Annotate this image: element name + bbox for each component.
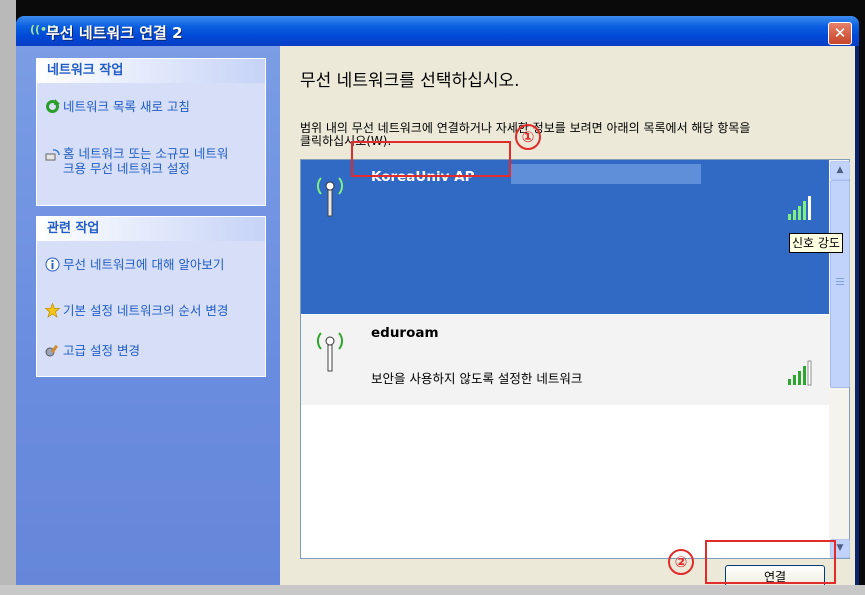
annotation-marker-1: ① <box>515 124 541 150</box>
close-button[interactable]: ✕ <box>828 22 852 45</box>
wireless-connection-window: ((•)) 무선 네트워크 연결 2 ✕ 네트워크 작업 네트워크 목록 새로 … <box>16 16 859 585</box>
title-bar[interactable]: ((•)) 무선 네트워크 연결 2 ✕ <box>16 16 859 46</box>
selected-row-shade <box>511 164 701 184</box>
signal-strength-icon-2 <box>787 359 817 391</box>
change-advanced-settings-link[interactable]: 고급 설정 변경 <box>45 343 140 362</box>
annotation-highlight-ssid <box>351 141 511 177</box>
network-tasks-panel: 네트워크 작업 네트워크 목록 새로 고침 홈 네트워크 또는 소규모 네트워 크… <box>36 58 266 206</box>
wireless-setup-icon <box>45 146 63 166</box>
learn-wireless-label: 무선 네트워크에 대해 알아보기 <box>63 257 225 272</box>
scroll-thumb[interactable] <box>830 180 850 388</box>
setup-wireless-network-label-2: 크용 무선 네트워크 설정 <box>63 161 190 176</box>
thumb-grip <box>836 281 844 282</box>
settings-icon <box>45 343 63 362</box>
info-icon <box>45 257 63 276</box>
change-preferred-order-link[interactable]: 기본 설정 네트워크의 순서 변경 <box>44 302 229 322</box>
annotation-highlight-connect <box>705 540 836 584</box>
annotation-marker-2: ② <box>668 549 694 575</box>
network-list[interactable]: KoreaUniv AP eduroam 보안을 사용하지 않도록 설정한 네트… <box>300 159 850 559</box>
thumb-grip <box>836 278 844 279</box>
network-tasks-header: 네트워크 작업 <box>37 59 265 83</box>
change-preferred-order-label: 기본 설정 네트워크의 순서 변경 <box>63 303 229 318</box>
related-tasks-panel: 관련 작업 무선 네트워크에 대해 알아보기 기본 설정 네트워크의 순서 변경… <box>36 216 266 377</box>
setup-wireless-network-label-1: 홈 네트워크 또는 소규모 네트워 <box>63 146 229 161</box>
setup-wireless-network-link[interactable]: 홈 네트워크 또는 소규모 네트워 크용 무선 네트워크 설정 <box>45 146 228 176</box>
network-item-koreauniv[interactable]: KoreaUniv AP <box>301 160 829 314</box>
page-title: 무선 네트워크를 선택하십시오. <box>300 71 520 91</box>
signal-strength-icon <box>787 194 817 226</box>
wireless-antenna-icon <box>313 170 347 220</box>
network-item-eduroam[interactable]: eduroam 보안을 사용하지 않도록 설정한 네트워크 <box>301 315 829 405</box>
learn-wireless-link[interactable]: 무선 네트워크에 대해 알아보기 <box>45 257 224 276</box>
task-sidebar: 네트워크 작업 네트워크 목록 새로 고침 홈 네트워크 또는 소규모 네트워 크… <box>16 46 280 585</box>
signal-strength-tooltip: 신호 강도 <box>789 233 843 253</box>
thumb-grip <box>836 284 844 285</box>
refresh-network-list-label: 네트워크 목록 새로 고침 <box>63 99 190 114</box>
window-title: 무선 네트워크 연결 2 <box>46 24 183 42</box>
scroll-up-arrow-icon[interactable]: ▲ <box>830 161 850 180</box>
list-scrollbar[interactable]: ▲ ▼ <box>829 160 850 558</box>
related-tasks-header: 관련 작업 <box>37 217 265 241</box>
star-icon <box>44 302 63 322</box>
network-security-description: 보안을 사용하지 않도록 설정한 네트워크 <box>371 371 583 386</box>
wireless-antenna-icon-2 <box>313 325 347 375</box>
refresh-icon <box>45 99 63 118</box>
refresh-network-list-link[interactable]: 네트워크 목록 새로 고침 <box>45 99 190 118</box>
desktop-frame-left <box>0 0 16 595</box>
main-content: 무선 네트워크를 선택하십시오. 범위 내의 무선 네트워크에 연결하거나 자세… <box>280 46 855 585</box>
desktop-frame-bottom <box>0 585 865 595</box>
change-advanced-settings-label: 고급 설정 변경 <box>63 343 140 358</box>
network-ssid-eduroam: eduroam <box>371 325 439 341</box>
